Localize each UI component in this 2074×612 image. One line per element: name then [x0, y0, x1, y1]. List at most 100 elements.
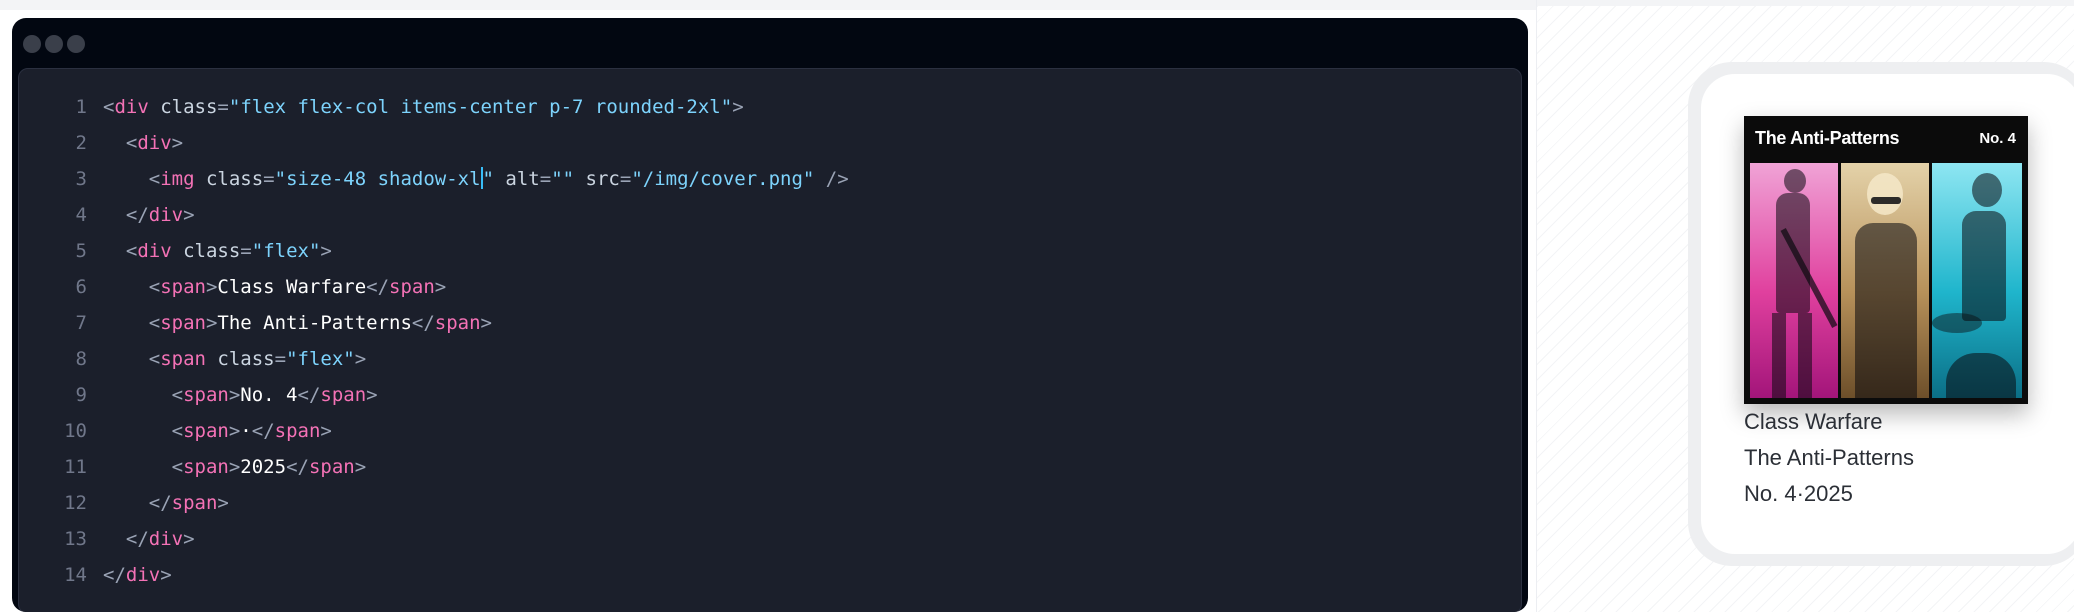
- line-content[interactable]: <img class="size-48 shadow-xl " alt="" sr…: [103, 161, 849, 197]
- code-token: =: [217, 96, 229, 118]
- code-token: =: [619, 168, 632, 190]
- code-token: </: [103, 528, 149, 550]
- line-content[interactable]: <div class="flex">: [103, 233, 332, 269]
- code-token: div: [114, 96, 149, 118]
- code-token: "/img/cover.png": [631, 168, 815, 190]
- code-token: div: [148, 528, 184, 550]
- code-token: "flex": [286, 348, 355, 370]
- code-line[interactable]: 4 </div>: [19, 197, 1521, 233]
- code-token: class: [205, 348, 275, 370]
- code-token: span: [160, 276, 206, 298]
- code-token: 2025: [240, 456, 287, 478]
- code-token: >: [171, 132, 184, 154]
- code-token: ·: [240, 420, 252, 442]
- code-token: <: [103, 240, 138, 262]
- code-token: </: [297, 384, 321, 406]
- code-line[interactable]: 9 <span>No. 4</span>: [19, 377, 1521, 413]
- line-number: 11: [64, 456, 87, 478]
- code-line[interactable]: 10 <span>·</span>: [19, 413, 1521, 449]
- code-token: class: [194, 168, 264, 190]
- code-lines[interactable]: 1 <div class="flex flex-col items-center …: [19, 89, 1521, 593]
- code-token: >: [228, 456, 241, 478]
- code-token: >: [434, 276, 447, 298]
- code-token: =: [263, 168, 275, 190]
- line-content[interactable]: <div class="flex flex-col items-center p…: [103, 89, 744, 125]
- code-token: "flex": [251, 240, 321, 262]
- window-close-dot[interactable]: [23, 35, 41, 53]
- line-number: 8: [75, 348, 87, 370]
- line-content[interactable]: <span>·</span>: [103, 413, 332, 449]
- caption-line-1: Class Warfare: [1744, 409, 1883, 434]
- code-token: span: [160, 348, 206, 370]
- line-content[interactable]: </div>: [103, 197, 195, 233]
- line-content[interactable]: <span>No. 4</span>: [103, 377, 378, 413]
- line-content[interactable]: </span>: [103, 485, 229, 521]
- code-token: <: [103, 456, 184, 478]
- line-number: 9: [75, 384, 87, 406]
- cover-title: The Anti-Patterns: [1755, 128, 1900, 148]
- code-token: span: [320, 384, 367, 406]
- line-content[interactable]: </div>: [103, 521, 195, 557]
- line-number: 12: [64, 492, 87, 514]
- line-number: 4: [75, 204, 87, 226]
- code-token: "size-48 shadow-xl: [274, 168, 481, 190]
- caption-line-2: The Anti-Patterns: [1744, 445, 1914, 470]
- line-content[interactable]: <span>The Anti-Patterns</span>: [103, 305, 492, 341]
- line-content[interactable]: <span>Class Warfare</span>: [103, 269, 447, 305]
- code-token: >: [183, 528, 195, 550]
- line-content[interactable]: </div>: [103, 557, 172, 593]
- line-content[interactable]: <span class="flex">: [103, 341, 366, 377]
- code-token: =: [240, 240, 252, 262]
- code-token: div: [125, 564, 161, 586]
- code-token: div: [137, 132, 172, 154]
- code-line[interactable]: 6 <span>Class Warfare</span>: [19, 269, 1521, 305]
- code-token: >: [228, 420, 241, 442]
- code-line[interactable]: 7 <span>The Anti-Patterns</span>: [19, 305, 1521, 341]
- code-line[interactable]: 14 </div>: [19, 557, 1521, 593]
- code-line[interactable]: 2 <div>: [19, 125, 1521, 161]
- line-number: 1: [75, 96, 87, 118]
- line-number: 6: [75, 276, 87, 298]
- code-token: The Anti-Patterns: [217, 312, 412, 334]
- code-token: >: [480, 312, 492, 334]
- code-token: <: [103, 312, 161, 334]
- cover-panel-drummer: [1932, 163, 2022, 398]
- code-editor-window: 1 <div class="flex flex-col items-center …: [12, 18, 1528, 612]
- line-number: 10: [64, 420, 87, 442]
- code-line[interactable]: 13 </div>: [19, 521, 1521, 557]
- code-line[interactable]: 8 <span class="flex">: [19, 341, 1521, 377]
- window-minimize-dot[interactable]: [45, 35, 63, 53]
- code-token: >: [320, 420, 332, 442]
- code-editor-body[interactable]: 1 <div class="flex flex-col items-center …: [18, 68, 1522, 612]
- code-token: img: [160, 168, 195, 190]
- code-line[interactable]: 5 <div class="flex">: [19, 233, 1521, 269]
- code-token: Class Warfare: [217, 276, 367, 298]
- code-token: "": [551, 168, 575, 190]
- window-title-bar: [12, 18, 1528, 66]
- code-token: </: [366, 276, 390, 298]
- code-line[interactable]: 11 <span>2025</span>: [19, 449, 1521, 485]
- line-content[interactable]: <div>: [103, 125, 183, 161]
- code-line[interactable]: 12 </span>: [19, 485, 1521, 521]
- code-token: span: [160, 312, 206, 334]
- code-token: >: [354, 456, 367, 478]
- line-number: 2: [75, 132, 87, 154]
- code-token: <: [103, 96, 115, 118]
- cover-issue-number: No. 4: [1979, 130, 2016, 147]
- code-token: span: [171, 492, 218, 514]
- line-number: 5: [75, 240, 87, 262]
- code-token: span: [274, 420, 321, 442]
- code-token: >: [160, 564, 172, 586]
- code-line[interactable]: 3 <img class="size-48 shadow-xl " alt="" …: [19, 161, 1521, 197]
- line-content[interactable]: <span>2025</span>: [103, 449, 367, 485]
- code-token: </: [411, 312, 435, 334]
- code-token: <: [103, 276, 161, 298]
- code-token: <: [103, 348, 161, 370]
- window-maximize-dot[interactable]: [67, 35, 85, 53]
- code-line[interactable]: 1 <div class="flex flex-col items-center …: [19, 89, 1521, 125]
- code-token: alt: [493, 168, 540, 190]
- code-token: span: [434, 312, 481, 334]
- line-number: 13: [64, 528, 87, 550]
- code-token: >: [183, 204, 195, 226]
- code-token: <: [103, 384, 184, 406]
